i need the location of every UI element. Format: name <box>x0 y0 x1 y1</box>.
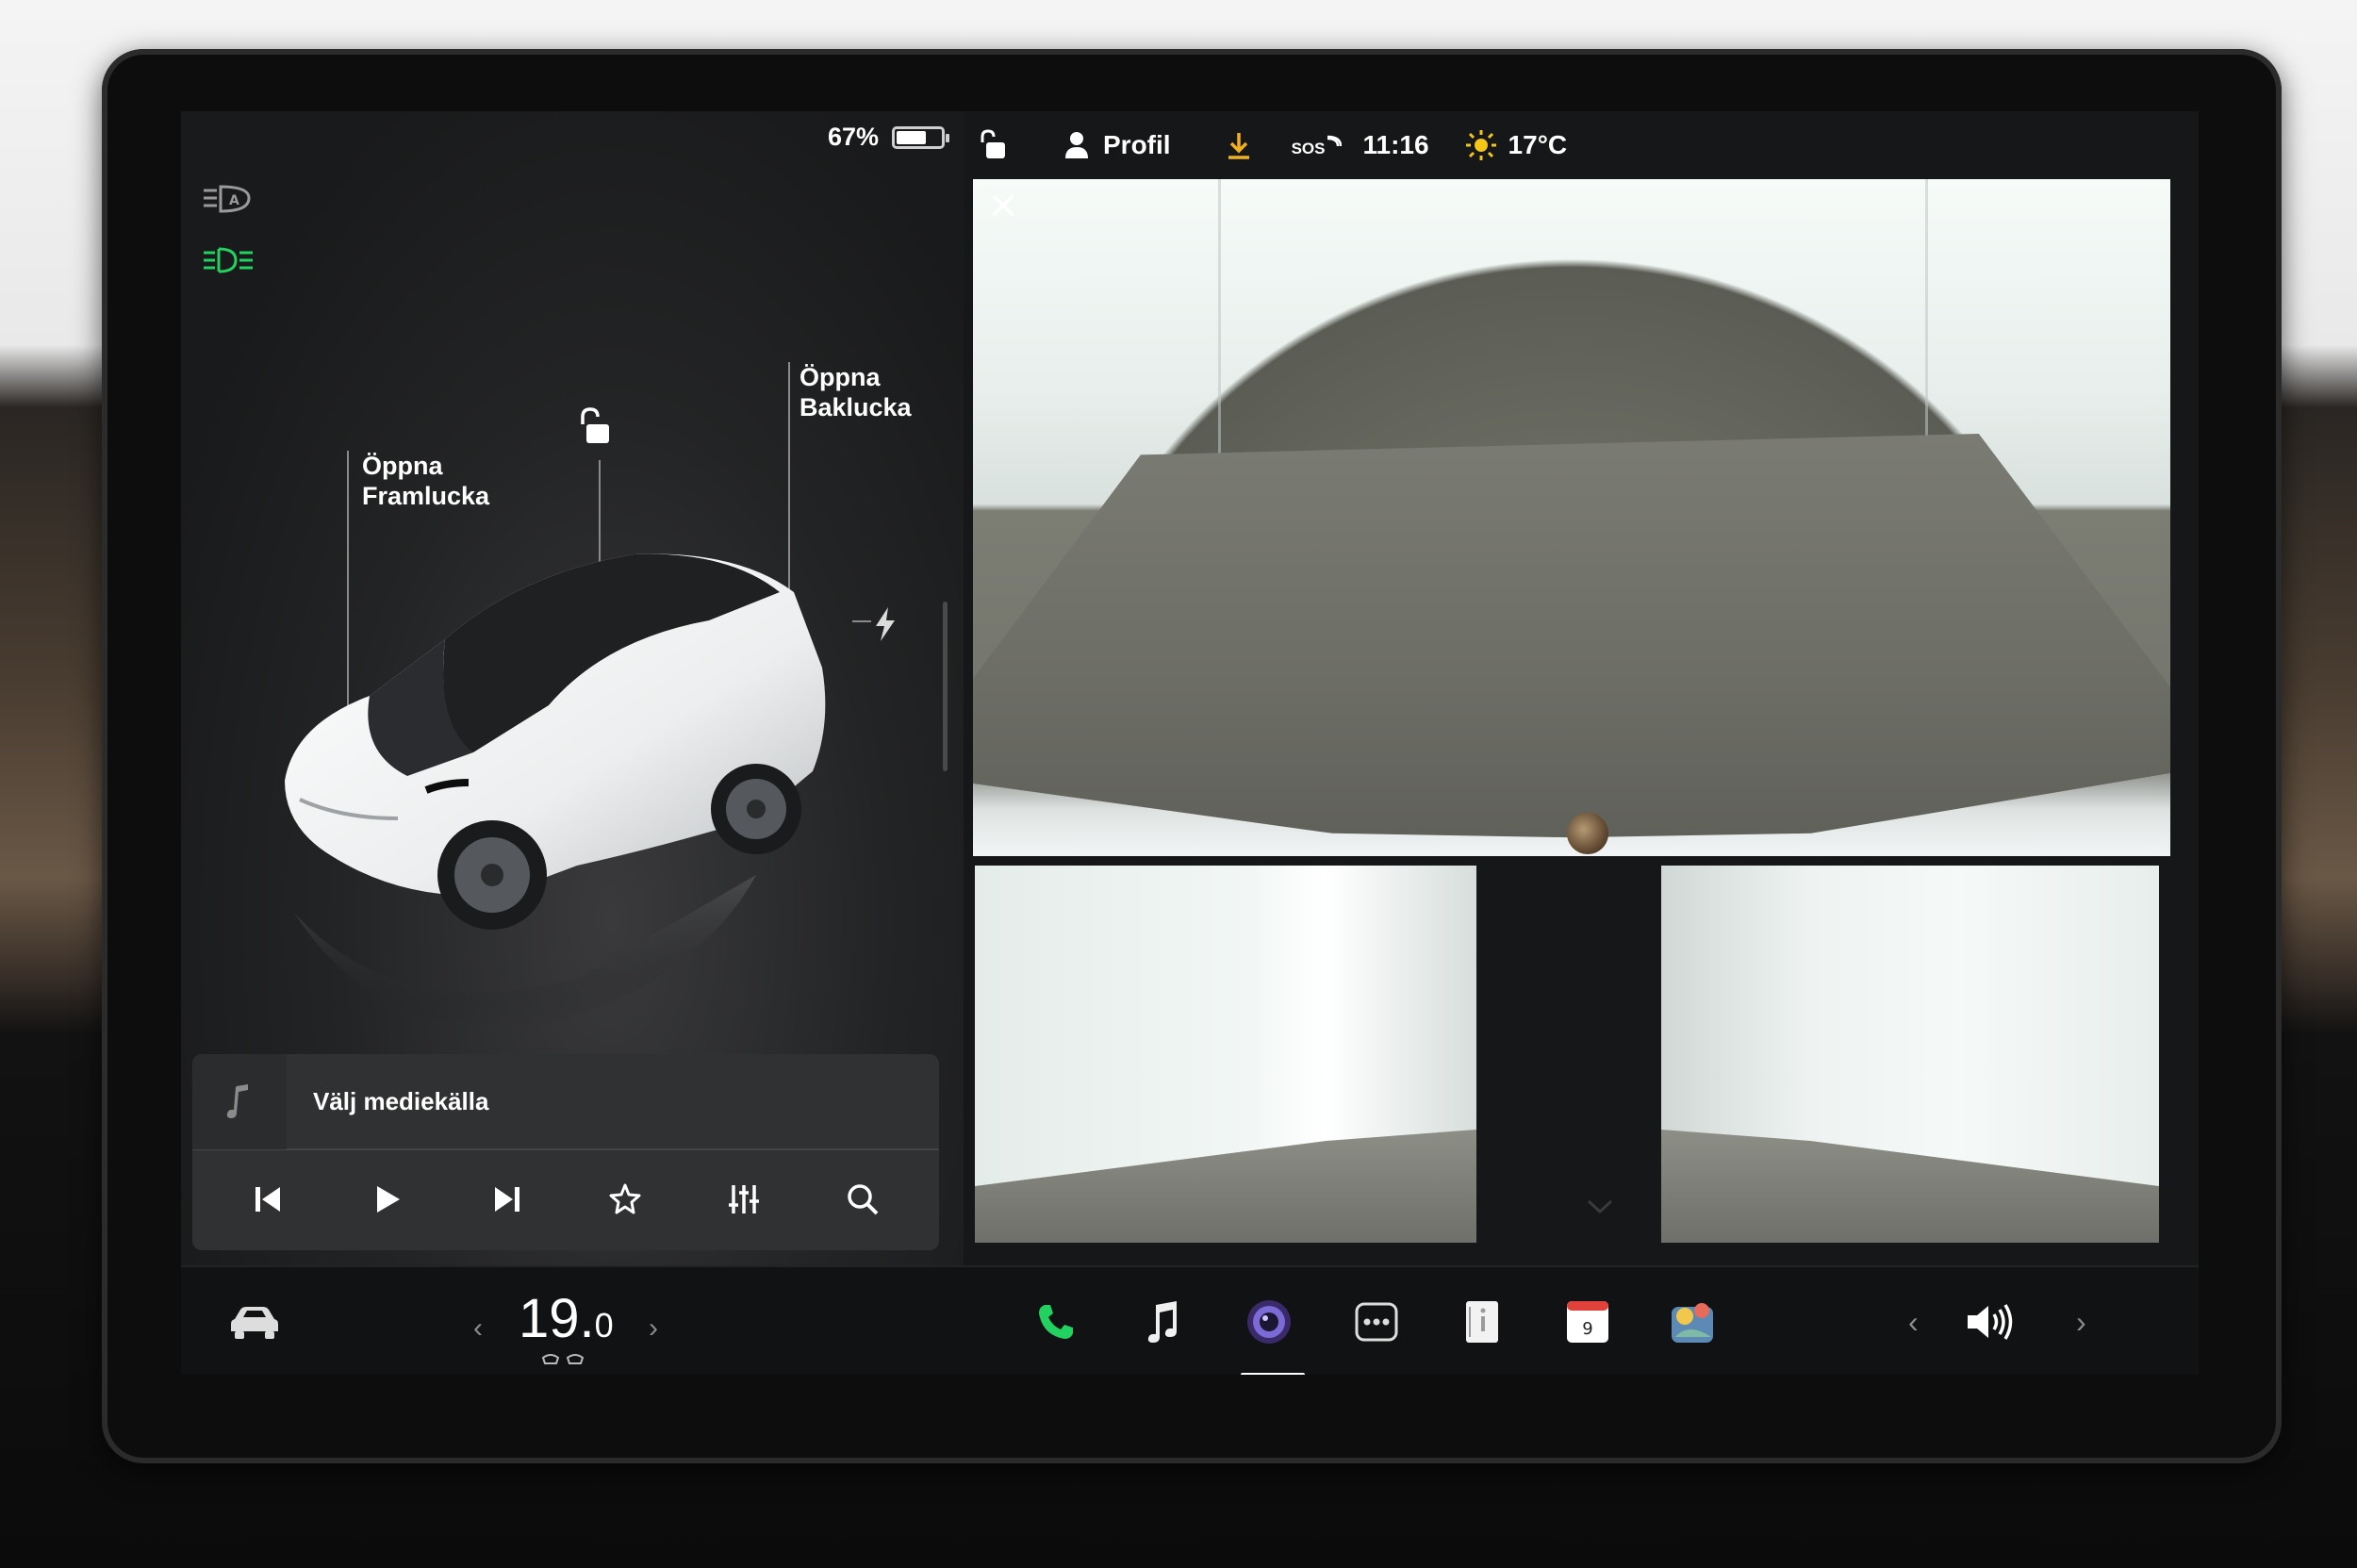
sos-label: SOS <box>1291 140 1326 157</box>
lock-open-icon[interactable] <box>575 407 613 447</box>
temp-increase-button[interactable]: › <box>649 1312 658 1345</box>
sos-icon[interactable]: SOS <box>1292 132 1343 158</box>
volume-decrease-button[interactable]: ‹ <box>1908 1305 1919 1340</box>
skip-back-icon[interactable] <box>240 1171 297 1228</box>
weather: 17°C <box>1465 129 1568 161</box>
toybox-icon[interactable] <box>1665 1294 1722 1350</box>
active-app-indicator <box>1241 1373 1305 1375</box>
battery-status: 67% <box>827 123 949 152</box>
camera-lens <box>1567 813 1608 854</box>
open-frunk-label[interactable]: Öppna Framlucka <box>362 451 489 511</box>
media-player-card: Välj mediekälla <box>192 1054 939 1250</box>
equalizer-icon[interactable] <box>716 1171 772 1228</box>
cabin-temperature[interactable]: 19.0 <box>519 1292 614 1353</box>
battery-icon <box>892 125 949 149</box>
camera-view <box>964 179 2199 1265</box>
temperature-value: 19. <box>519 1288 595 1349</box>
phone-icon[interactable] <box>1028 1294 1084 1350</box>
outside-temperature: 17°C <box>1508 130 1568 159</box>
close-icon[interactable] <box>984 187 1022 224</box>
seat-heater-icon[interactable] <box>541 1352 588 1369</box>
skip-forward-icon[interactable] <box>478 1171 535 1228</box>
battery-level-fill <box>897 130 926 144</box>
bottom-dock: ‹ 19.0 › 9 ‹ › <box>181 1265 2199 1375</box>
music-app-icon[interactable] <box>1133 1294 1190 1350</box>
svg-text:A: A <box>229 193 239 208</box>
profile-person-icon <box>1065 132 1088 158</box>
camera-app-icon[interactable] <box>1241 1294 1297 1350</box>
rear-camera-feed <box>973 179 2170 856</box>
media-source-row[interactable]: Välj mediekälla <box>192 1054 939 1150</box>
media-source-label: Välj mediekälla <box>313 1086 489 1115</box>
side-floor <box>975 1130 1476 1243</box>
search-icon[interactable] <box>834 1171 891 1228</box>
profile-label: Profil <box>1103 130 1171 159</box>
volume-increase-button[interactable]: › <box>2076 1305 2086 1340</box>
manual-book-icon[interactable] <box>1454 1294 1510 1350</box>
music-note-icon <box>192 1054 287 1149</box>
lock-open-icon[interactable] <box>977 129 1007 161</box>
download-icon[interactable] <box>1226 131 1252 159</box>
more-apps-icon[interactable] <box>1348 1294 1405 1350</box>
favorite-star-icon[interactable] <box>597 1171 653 1228</box>
left-repeater-camera-feed <box>975 866 1476 1243</box>
temp-decrease-button[interactable]: ‹ <box>473 1312 483 1345</box>
side-floor <box>1661 1130 2159 1243</box>
panel-scroll-indicator[interactable] <box>943 602 948 771</box>
calendar-day: 9 <box>1582 1319 1592 1339</box>
low-beam-icon[interactable] <box>202 243 255 281</box>
media-controls <box>192 1150 939 1248</box>
battery-percent: 67% <box>827 123 879 151</box>
car-icon[interactable] <box>226 1294 283 1350</box>
top-status-bar: Profil SOS 11:16 17°C <box>964 111 2199 179</box>
calendar-icon[interactable]: 9 <box>1559 1294 1616 1350</box>
vehicle-model[interactable] <box>266 536 879 1045</box>
play-icon[interactable] <box>359 1171 416 1228</box>
car-status-panel: 67% A Öppna Framlucka Öppna Baklucka Väl… <box>181 111 964 1265</box>
touchscreen: 67% A Öppna Framlucka Öppna Baklucka Väl… <box>181 111 2199 1375</box>
headlights-auto-icon[interactable]: A <box>202 181 255 219</box>
chevron-down-icon[interactable] <box>1586 1197 1614 1216</box>
open-trunk-label[interactable]: Öppna Baklucka <box>799 362 912 422</box>
profile-button[interactable]: Profil <box>1063 130 1171 160</box>
volume-icon[interactable] <box>1963 1294 2019 1350</box>
sun-icon <box>1465 130 1496 160</box>
temperature-decimal: 0 <box>594 1306 614 1345</box>
clock: 11:16 <box>1362 130 1429 159</box>
right-repeater-camera-feed <box>1661 866 2159 1243</box>
garage-floor <box>973 434 2170 856</box>
